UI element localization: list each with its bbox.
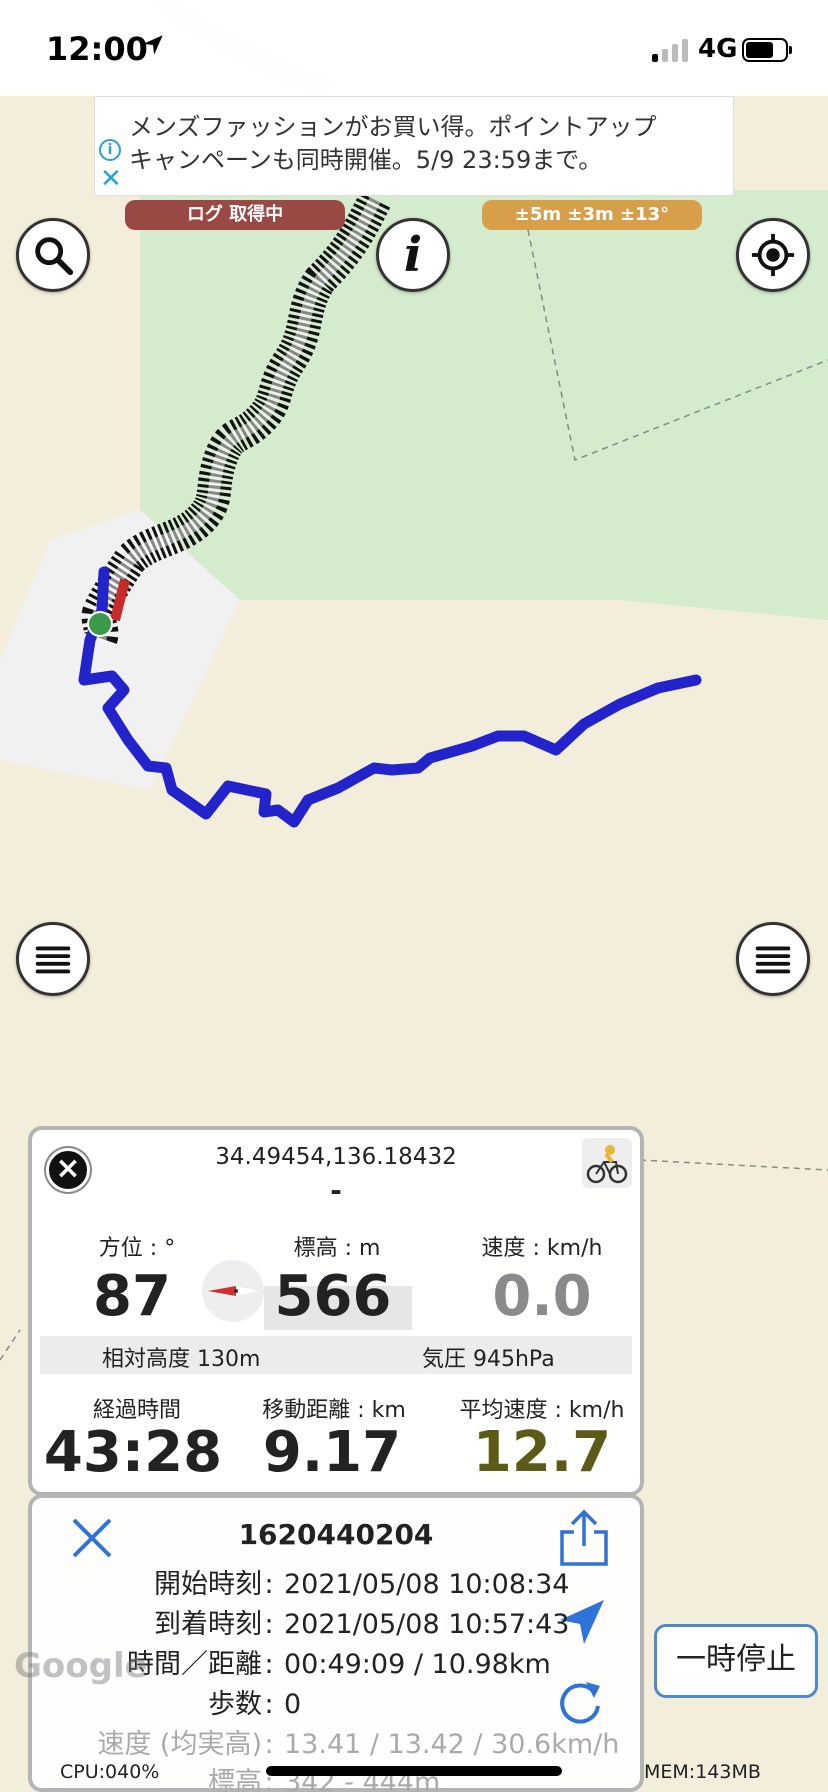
altitude-label: 標高 : m bbox=[293, 1236, 381, 1261]
row-value: 0 bbox=[284, 1689, 302, 1720]
left-menu-button[interactable] bbox=[16, 922, 90, 996]
row-key: 速度 (均実高) bbox=[97, 1729, 262, 1760]
locate-button[interactable] bbox=[736, 218, 810, 292]
end-time-row: 到着時刻: 2021/05/08 10:57:43 bbox=[32, 1602, 569, 1641]
memory-usage: MEM:143MB bbox=[644, 1761, 761, 1783]
cpu-usage: CPU:040% bbox=[60, 1761, 160, 1783]
reload-icon[interactable] bbox=[556, 1678, 604, 1726]
track-title: 1620440204 bbox=[238, 1518, 434, 1551]
row-key: 歩数 bbox=[208, 1689, 262, 1720]
ad-text[interactable]: メンズファッションがお買い得。ポイントアップ キャンペーンも同時開催。5/9 2… bbox=[129, 111, 657, 177]
search-button[interactable] bbox=[16, 218, 90, 292]
accuracy-pill: ±5m ±3m ±13° bbox=[482, 200, 702, 230]
relative-info-row: 相対高度 130m 気圧 945hPa bbox=[40, 1336, 632, 1374]
row-value: 2021/05/08 10:57:43 bbox=[284, 1609, 570, 1640]
steps-row: 歩数: 0 bbox=[32, 1682, 301, 1721]
menu-icon bbox=[35, 946, 71, 974]
target-icon bbox=[751, 233, 795, 277]
speed-value: 0.0 bbox=[492, 1264, 592, 1329]
speed-row: 速度 (均実高): 13.41 / 13.42 / 30.6km/h bbox=[32, 1722, 619, 1761]
network-type: 4G bbox=[698, 34, 738, 64]
pressure: 気圧 945hPa bbox=[422, 1347, 555, 1372]
heading-value: 87 bbox=[93, 1264, 171, 1329]
elapsed-value: 43:28 bbox=[43, 1420, 223, 1485]
info-button[interactable]: i bbox=[376, 218, 450, 292]
avg-speed-value: 12.7 bbox=[472, 1420, 612, 1485]
ad-banner[interactable]: i ✕ メンズファッションがお買い得。ポイントアップ キャンペーンも同時開催。5… bbox=[94, 96, 734, 196]
row-value: 2021/05/08 10:08:34 bbox=[284, 1569, 570, 1600]
place-name: - bbox=[330, 1174, 342, 1207]
row-key: 到着時刻 bbox=[154, 1609, 262, 1640]
info-i-icon: i bbox=[403, 227, 423, 283]
bicycle-icon[interactable] bbox=[582, 1138, 632, 1188]
relative-altitude: 相対高度 130m bbox=[102, 1347, 261, 1372]
menu-icon bbox=[755, 946, 791, 974]
gps-info-panel: × 34.49454,136.18432 - 方位 : ° 標高 : m 速度 … bbox=[28, 1126, 644, 1496]
row-value: 13.41 / 13.42 / 30.6km/h bbox=[284, 1729, 620, 1760]
map-watermark: Google bbox=[14, 1646, 148, 1686]
distance-value: 9.17 bbox=[262, 1420, 402, 1485]
home-indicator[interactable] bbox=[266, 1766, 562, 1776]
search-icon bbox=[35, 237, 74, 276]
pause-button[interactable]: 一時停止 bbox=[654, 1624, 818, 1698]
row-value: 00:49:09 / 10.98km bbox=[284, 1649, 551, 1680]
close-icon[interactable]: ✕ bbox=[100, 166, 122, 192]
heading-label: 方位 : ° bbox=[98, 1236, 176, 1261]
location-arrow-icon bbox=[143, 35, 163, 55]
status-bar: 12:00 4G bbox=[0, 0, 828, 96]
start-time-row: 開始時刻: 2021/05/08 10:08:34 bbox=[32, 1562, 569, 1601]
speed-label: 速度 : km/h bbox=[481, 1236, 603, 1261]
altitude-value: 566 bbox=[274, 1264, 392, 1329]
logging-status-pill: ログ 取得中 bbox=[125, 200, 345, 230]
coordinates: 34.49454,136.18432 bbox=[215, 1144, 457, 1170]
info-icon[interactable]: i bbox=[99, 139, 121, 161]
battery-icon bbox=[742, 38, 792, 62]
row-key: 開始時刻 bbox=[154, 1569, 262, 1600]
right-menu-button[interactable] bbox=[736, 922, 810, 996]
track-summary-panel: 1620440204 開始時刻: 2021/05/08 10:08:34 到着時刻… bbox=[28, 1494, 644, 1792]
status-time: 12:00 bbox=[46, 30, 148, 68]
share-icon[interactable] bbox=[558, 1508, 610, 1568]
signal-icon bbox=[652, 38, 688, 62]
